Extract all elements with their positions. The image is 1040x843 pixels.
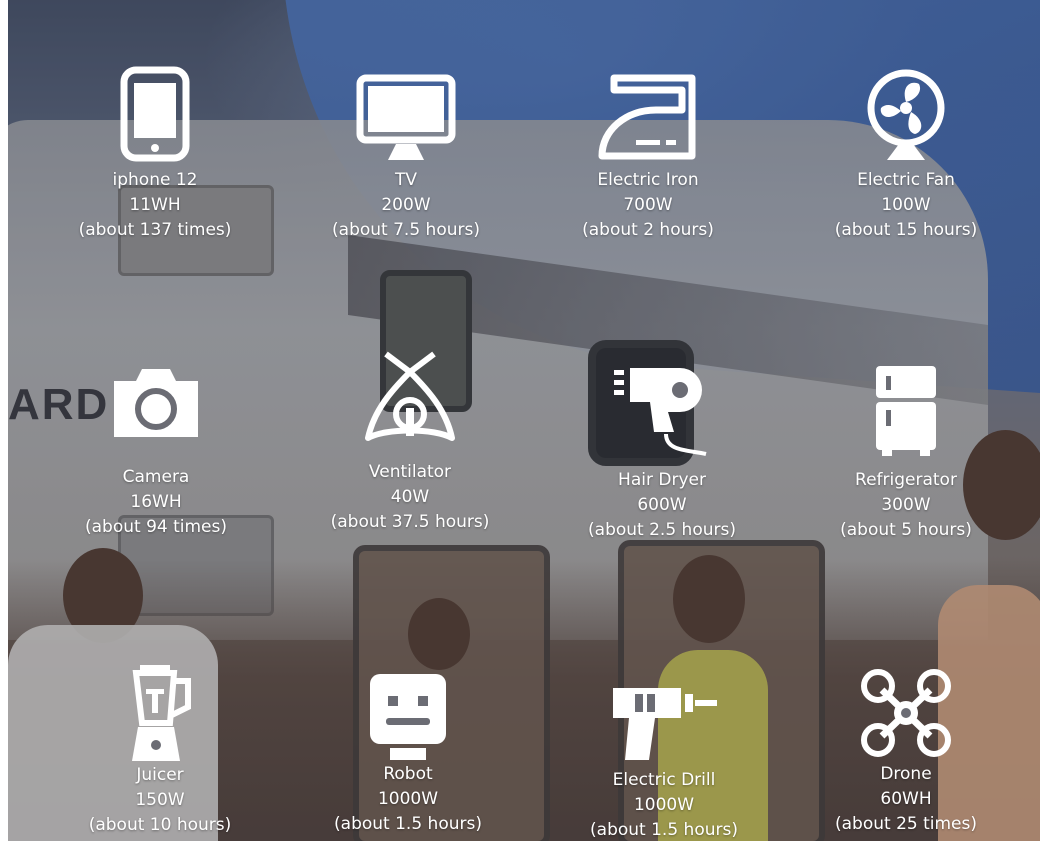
appliance-power: 11WH <box>129 195 181 215</box>
appliance-drone: Drone 60WH (about 25 times) <box>806 668 1006 837</box>
appliance-name: Electric Drill <box>612 770 716 790</box>
appliance-power: 150W <box>135 790 185 810</box>
appliance-name: Ventilator <box>368 462 452 482</box>
appliance-iphone: iphone 12 11WH (about 137 times) <box>55 66 255 243</box>
hair-dryer-icon <box>614 368 707 456</box>
appliance-electric-fan: Electric Fan 100W (about 15 hours) <box>806 68 1006 243</box>
appliance-runtime: (about 2 hours) <box>582 220 714 240</box>
appliance-runtime: (about 15 hours) <box>834 220 978 240</box>
appliance-name: Robot <box>383 764 433 784</box>
appliance-runtime: (about 7.5 hours) <box>332 220 480 240</box>
appliance-power: 1000W <box>633 795 695 815</box>
appliance-power: 60WH <box>880 789 932 809</box>
drone-icon <box>861 669 951 757</box>
tv-icon <box>356 74 456 160</box>
robot-icon <box>370 674 446 760</box>
appliance-runtime: (about 2.5 hours) <box>588 520 736 540</box>
iron-icon <box>598 74 696 160</box>
appliance-hair-dryer: Hair Dryer 600W (about 2.5 hours) <box>562 362 762 543</box>
appliance-runtime: (about 137 times) <box>78 220 232 240</box>
appliance-runtime: (about 1.5 hours) <box>590 820 738 840</box>
appliance-name: Camera <box>122 467 190 487</box>
appliance-power: 600W <box>637 495 687 515</box>
smartphone-icon <box>120 66 190 162</box>
appliance-ventilator: Ventilator 40W (about 37.5 hours) <box>310 350 510 535</box>
appliance-power: 700W <box>623 195 673 215</box>
ventilator-icon <box>365 351 455 441</box>
appliance-robot: Robot 1000W (about 1.5 hours) <box>308 670 508 837</box>
camera-icon <box>114 369 198 437</box>
drill-icon <box>613 688 717 760</box>
appliance-runtime: (about 10 hours) <box>88 815 232 835</box>
appliance-name: iphone 12 <box>112 170 198 190</box>
appliance-name: Juicer <box>136 765 184 785</box>
appliance-power: 100W <box>881 195 931 215</box>
appliance-refrigerator: Refrigerator 300W (about 5 hours) <box>806 364 1006 543</box>
appliance-name: Electric Iron <box>597 170 699 190</box>
appliance-runtime: (about 37.5 hours) <box>330 512 490 532</box>
appliance-name: Drone <box>880 764 932 784</box>
appliance-power: 40W <box>390 487 430 507</box>
appliance-name: Refrigerator <box>855 470 957 490</box>
appliance-power: 1000W <box>377 789 439 809</box>
appliance-camera: Camera 16WH (about 94 times) <box>56 365 256 540</box>
blender-icon <box>132 665 191 761</box>
appliance-power: 16WH <box>130 492 182 512</box>
appliance-name: TV <box>394 170 417 190</box>
fan-icon <box>867 69 945 160</box>
appliance-electric-drill: Electric Drill 1000W (about 1.5 hours) <box>564 680 764 843</box>
appliance-power: 300W <box>881 495 931 515</box>
appliance-power: 200W <box>381 195 431 215</box>
appliance-runtime: (about 25 times) <box>834 814 978 834</box>
appliance-electric-iron: Electric Iron 700W (about 2 hours) <box>548 70 748 243</box>
appliance-name: Electric Fan <box>857 170 955 190</box>
appliance-tv: TV 200W (about 7.5 hours) <box>306 74 506 243</box>
appliance-juicer: Juicer 150W (about 10 hours) <box>60 663 260 838</box>
refrigerator-icon <box>876 366 936 456</box>
appliance-name: Hair Dryer <box>618 470 706 490</box>
appliance-runtime: (about 94 times) <box>84 517 228 537</box>
appliance-runtime: (about 1.5 hours) <box>334 814 482 834</box>
appliance-runtime: (about 5 hours) <box>840 520 972 540</box>
